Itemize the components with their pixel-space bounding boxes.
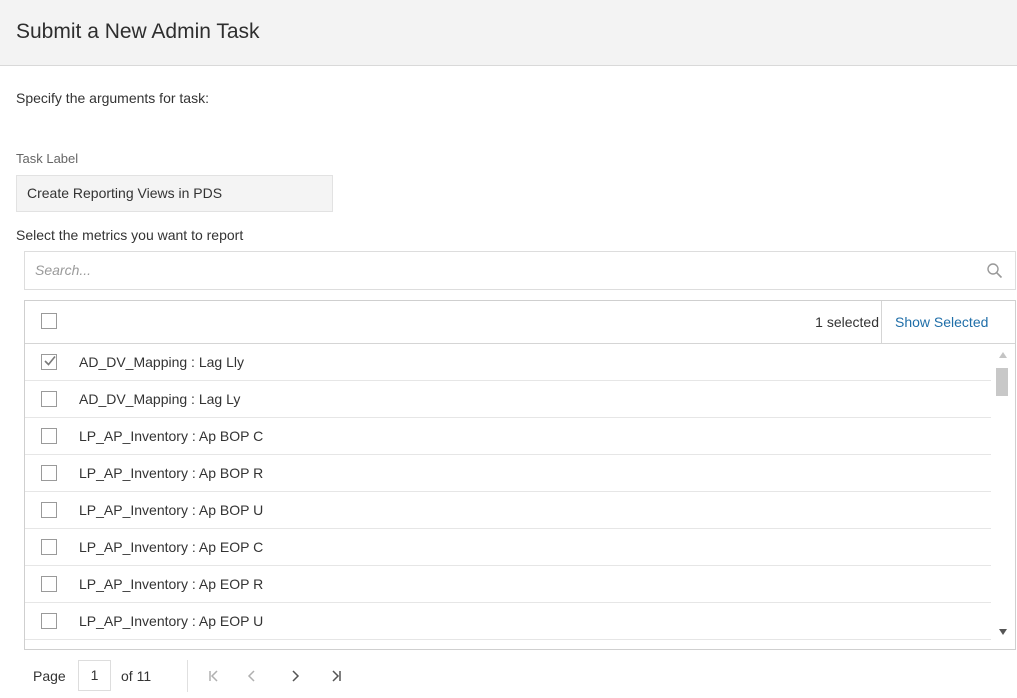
scroll-up-icon[interactable] [997, 350, 1009, 360]
pagination: Page 1 of 11 [24, 660, 524, 692]
row-checkbox[interactable] [41, 539, 57, 555]
list-scrollbar[interactable] [992, 344, 1014, 649]
row-label: LP_AP_Inventory : Ap EOP U [79, 613, 264, 629]
show-selected-link[interactable]: Show Selected [895, 314, 988, 330]
metrics-table: 1 selected Show Selected AD_DV_Mapping :… [24, 300, 1016, 650]
search-placeholder: Search... [35, 262, 92, 278]
row-checkbox[interactable] [41, 465, 57, 481]
scroll-down-icon[interactable] [997, 627, 1009, 637]
row-label: LP_AP_Inventory : Ap BOP C [79, 428, 264, 444]
row-label: LP_AP_Inventory : Ap BOP R [79, 465, 264, 481]
list-item[interactable]: AD_DV_Mapping : Lag Ly [25, 381, 991, 418]
first-page-icon[interactable] [204, 666, 224, 686]
list-item[interactable]: LP_AP_Inventory : Ap EOP C [25, 529, 991, 566]
row-checkbox[interactable] [41, 428, 57, 444]
page-total: of 11 [121, 668, 152, 684]
row-checkbox[interactable] [41, 613, 57, 629]
prev-page-icon[interactable] [242, 666, 262, 686]
page-word: Page [33, 668, 66, 684]
list-item[interactable]: LP_AP_Inventory : Ap BOP C [25, 418, 991, 455]
row-label: AD_DV_Mapping : Lag Lly [79, 354, 244, 370]
list-item[interactable]: LP_AP_Inventory : Ap BOP U [25, 492, 991, 529]
header-divider [881, 301, 882, 343]
last-page-icon[interactable] [326, 666, 346, 686]
list-item[interactable]: LP_AP_Inventory : Ap BOP R [25, 455, 991, 492]
page-number-input[interactable]: 1 [78, 660, 111, 691]
table-header: 1 selected Show Selected [25, 301, 1015, 344]
metrics-label: Select the metrics you want to report [16, 227, 244, 243]
search-icon[interactable] [985, 261, 1005, 281]
check-icon [44, 355, 56, 366]
instructions-text: Specify the arguments for task: [16, 90, 209, 106]
scrollbar-thumb[interactable] [996, 368, 1008, 396]
task-label-caption: Task Label [16, 151, 79, 166]
row-label: LP_AP_Inventory : Ap BOP U [79, 502, 264, 518]
row-checkbox[interactable] [41, 576, 57, 592]
dialog-header: Submit a New Admin Task [0, 0, 1017, 66]
list-item[interactable]: LP_AP_Inventory : Ap EOP U [25, 603, 991, 640]
list-item[interactable]: LP_AP_Inventory : Ap EOP R [25, 566, 991, 603]
selected-count: 1 selected [815, 314, 879, 330]
search-input[interactable]: Search... [24, 251, 1016, 290]
row-label: LP_AP_Inventory : Ap EOP R [79, 576, 264, 592]
row-label: AD_DV_Mapping : Lag Ly [79, 391, 241, 407]
task-label-field[interactable]: Create Reporting Views in PDS [16, 175, 333, 212]
metrics-list: AD_DV_Mapping : Lag Lly AD_DV_Mapping : … [25, 344, 991, 649]
row-label: LP_AP_Inventory : Ap EOP C [79, 539, 264, 555]
select-all-checkbox[interactable] [41, 313, 57, 329]
row-checkbox[interactable] [41, 391, 57, 407]
list-item[interactable]: AD_DV_Mapping : Lag Lly [25, 344, 991, 381]
page-title: Submit a New Admin Task [16, 20, 260, 43]
row-checkbox[interactable] [41, 502, 57, 518]
pager-divider [187, 660, 188, 692]
row-checkbox[interactable] [41, 354, 57, 370]
list-item[interactable] [25, 640, 991, 649]
next-page-icon[interactable] [285, 666, 305, 686]
